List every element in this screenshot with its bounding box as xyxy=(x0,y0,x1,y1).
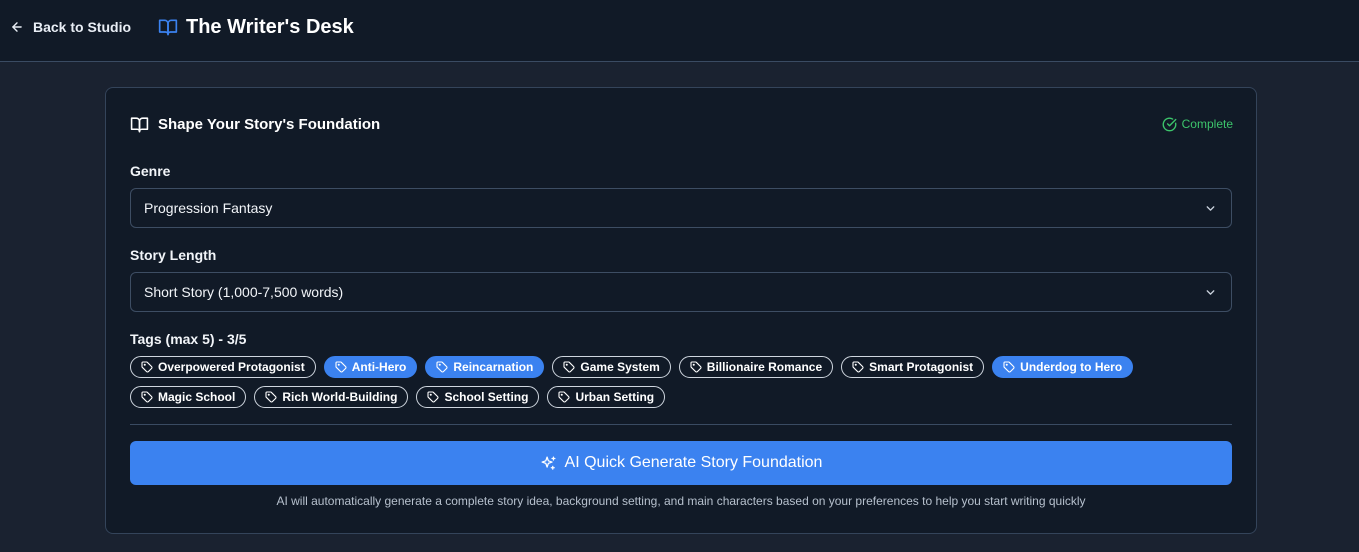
tag-icon xyxy=(265,391,277,403)
tag-chip[interactable]: Reincarnation xyxy=(425,356,545,378)
tag-label: Overpowered Protagonist xyxy=(158,360,305,374)
tag-label: Smart Protagonist xyxy=(869,360,974,374)
tag-chip[interactable]: Billionaire Romance xyxy=(678,356,834,378)
tag-label: Game System xyxy=(580,360,660,374)
tag-icon xyxy=(436,361,448,373)
status-badge: Complete xyxy=(1162,116,1233,132)
sparkles-icon xyxy=(541,455,556,470)
tag-icon xyxy=(852,361,864,373)
tags-label: Tags (max 5) - 3/5 xyxy=(130,331,247,347)
card-header: Shape Your Story's Foundation xyxy=(130,114,380,134)
arrow-left-icon xyxy=(12,22,22,32)
tag-icon xyxy=(1003,361,1015,373)
tag-icon xyxy=(141,361,153,373)
back-label: Back to Studio xyxy=(33,19,132,35)
tag-label: Urban Setting xyxy=(575,390,655,404)
tag-chip[interactable]: Magic School xyxy=(130,386,247,408)
tag-icon xyxy=(563,361,575,373)
story-foundation-card: Shape Your Story's Foundation Complete G… xyxy=(105,87,1257,534)
tag-chip[interactable]: Rich World-Building xyxy=(254,386,409,408)
story-length-label: Story Length xyxy=(130,247,217,263)
back-to-studio-link[interactable]: Back to Studio xyxy=(10,17,131,37)
story-length-select[interactable]: Short Story (1,000-7,500 words) xyxy=(130,272,1232,312)
tag-icon xyxy=(1003,361,1015,373)
status-text: Complete xyxy=(1181,117,1233,131)
genre-select[interactable]: Progression Fantasy xyxy=(130,188,1232,228)
tag-icon xyxy=(335,361,347,373)
page-title: The Writer's Desk xyxy=(186,15,354,38)
check-circle-icon xyxy=(1162,117,1177,131)
ai-quick-generate-button[interactable]: AI Quick Generate Story Foundation xyxy=(130,441,1232,485)
tag-icon xyxy=(852,361,864,373)
tag-icon xyxy=(141,391,153,403)
tag-icon xyxy=(690,361,702,373)
book-open-icon xyxy=(130,116,149,132)
tag-chip[interactable]: School Setting xyxy=(416,386,540,408)
tag-label: Magic School xyxy=(158,390,236,404)
tag-chip[interactable]: Game System xyxy=(552,356,671,378)
tag-icon xyxy=(335,361,347,373)
top-bar: Back to Studio The Writer's Desk xyxy=(0,0,1359,62)
tag-chip[interactable]: Anti-Hero xyxy=(323,356,418,378)
tag-icon xyxy=(427,391,439,403)
tags-row-1: Overpowered Protagonist Anti-Hero Reincarn… xyxy=(130,356,1134,378)
chevron-down-icon xyxy=(1206,289,1215,295)
story-length-value: Short Story (1,000-7,500 words) xyxy=(144,284,344,300)
generate-label: AI Quick Generate Story Foundation xyxy=(564,454,823,471)
generate-hint: AI will automatically generate a complet… xyxy=(276,494,1086,508)
tag-icon xyxy=(558,391,570,403)
tag-label: Reincarnation xyxy=(453,360,534,374)
tag-label: Underdog to Hero xyxy=(1020,360,1123,374)
tag-icon xyxy=(141,391,153,403)
chevron-down-icon xyxy=(1206,205,1215,211)
card-title: Shape Your Story's Foundation xyxy=(158,115,381,133)
tags-row-2: Magic School Rich World-Building School Se… xyxy=(130,386,666,408)
divider xyxy=(130,424,1232,425)
tag-icon xyxy=(558,391,570,403)
app-brand: The Writer's Desk xyxy=(158,13,354,41)
tag-chip[interactable]: Urban Setting xyxy=(547,386,666,408)
tag-icon xyxy=(436,361,448,373)
tag-label: Billionaire Romance xyxy=(706,360,823,374)
tag-label: Rich World-Building xyxy=(282,390,398,404)
tag-icon xyxy=(690,361,702,373)
genre-value: Progression Fantasy xyxy=(144,200,273,216)
tag-label: Anti-Hero xyxy=(351,360,407,374)
tag-chip[interactable]: Smart Protagonist xyxy=(841,356,985,378)
book-open-icon xyxy=(158,19,178,36)
tag-icon xyxy=(563,361,575,373)
tag-label: School Setting xyxy=(444,390,529,404)
genre-label: Genre xyxy=(130,163,171,179)
tag-chip[interactable]: Underdog to Hero xyxy=(992,356,1134,378)
tag-icon xyxy=(141,361,153,373)
tag-chip[interactable]: Overpowered Protagonist xyxy=(130,356,316,378)
tag-icon xyxy=(427,391,439,403)
tag-icon xyxy=(265,391,277,403)
